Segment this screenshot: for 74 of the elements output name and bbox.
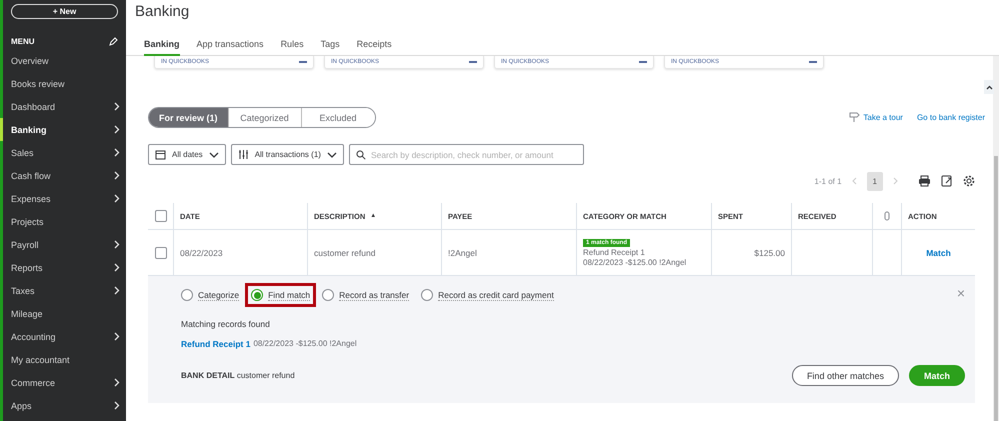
sidebar-item[interactable]: Reports xyxy=(0,256,126,279)
dash-icon xyxy=(299,61,307,63)
tab[interactable]: Receipts xyxy=(356,36,392,56)
chevron-down-icon xyxy=(208,152,219,158)
scrollbar[interactable] xyxy=(993,56,999,421)
search-field[interactable]: Search by description, check number, or amount xyxy=(348,144,584,165)
match-details: 08/22/2023 -$125.00 !2Angel xyxy=(583,258,688,266)
transactions-filter[interactable]: All transactions (1) xyxy=(230,144,344,165)
sidebar-item[interactable]: Mileage xyxy=(0,302,126,325)
segment-tab[interactable]: For review (1) xyxy=(149,108,229,127)
records-heading: Matching records found xyxy=(181,319,271,329)
record-link[interactable]: Refund Receipt 1 xyxy=(181,339,250,349)
radio-button[interactable] xyxy=(181,289,193,301)
previous-page-icon[interactable] xyxy=(852,177,857,185)
sidebar-item[interactable]: Cash flow xyxy=(0,164,126,187)
row-checkbox[interactable] xyxy=(154,246,166,258)
sidebar-item[interactable]: Overview xyxy=(0,49,126,72)
option-label[interactable]: Categorize xyxy=(198,290,240,300)
match-name: Refund Receipt 1 xyxy=(583,248,646,256)
table-cell: !2Angel xyxy=(448,248,477,258)
pencil-icon[interactable] xyxy=(109,36,118,46)
sidebar-item[interactable]: My accountant xyxy=(0,348,126,371)
table-cell: $125.00 xyxy=(754,248,785,258)
radio-button[interactable] xyxy=(421,289,434,301)
scroll-up-button[interactable] xyxy=(984,80,994,94)
sidebar-item[interactable]: Books review xyxy=(0,72,126,95)
option-label[interactable]: Find match xyxy=(268,290,310,300)
find-matches-button[interactable]: Find other matches xyxy=(792,365,899,386)
sidebar-item[interactable]: Expenses xyxy=(0,187,126,210)
sidebar-item[interactable]: Taxes xyxy=(0,279,126,302)
tab[interactable]: Rules xyxy=(280,36,304,56)
radio-button[interactable] xyxy=(251,289,264,301)
tab[interactable]: App transactions xyxy=(196,36,264,56)
take-tour-link[interactable]: Take a tour xyxy=(863,113,903,122)
chevron-up-icon xyxy=(986,84,992,90)
dash-icon xyxy=(469,61,477,63)
tab[interactable]: Tags xyxy=(320,36,340,56)
record-info: 08/22/2023 -$125.00 !2Angel xyxy=(253,339,357,349)
sliders-icon xyxy=(238,149,249,160)
signpost-icon xyxy=(848,112,860,123)
tab[interactable]: Banking xyxy=(144,36,180,56)
dash-icon xyxy=(809,61,817,63)
sidebar-item[interactable]: Sales xyxy=(0,141,126,164)
match-link[interactable]: Match xyxy=(926,248,951,258)
sidebar-item[interactable]: Payroll xyxy=(0,233,126,256)
new-button[interactable]: + New xyxy=(11,4,118,19)
search-icon xyxy=(356,150,366,160)
paperclip-icon xyxy=(884,211,890,221)
page-number[interactable]: 1 xyxy=(866,172,883,190)
option-label[interactable]: Record as credit card payment xyxy=(438,290,554,300)
sidebar-item[interactable]: Dashboard xyxy=(0,95,126,118)
sidebar-item[interactable]: Banking xyxy=(0,118,126,141)
sidebar-item[interactable]: Apps xyxy=(0,394,126,417)
sidebar-item[interactable]: Projects xyxy=(0,210,126,233)
chevron-down-icon xyxy=(326,152,337,158)
table-cell: 08/22/2023 xyxy=(180,248,223,258)
print-icon[interactable] xyxy=(918,175,931,187)
dash-icon xyxy=(639,61,647,63)
sidebar-item[interactable]: Commerce xyxy=(0,371,126,394)
sidebar-item[interactable]: Accounting xyxy=(0,325,126,348)
radio-button[interactable] xyxy=(322,289,334,301)
date-filter[interactable]: All dates xyxy=(148,144,226,165)
select-all-checkbox[interactable] xyxy=(154,210,166,222)
next-page-icon[interactable] xyxy=(893,177,898,185)
menu-label: MENU xyxy=(11,36,35,46)
settings-icon[interactable] xyxy=(963,175,975,187)
bank-register-link[interactable]: Go to bank register xyxy=(916,113,985,122)
calendar-icon xyxy=(155,149,166,160)
page-range: 1-1 of 1 xyxy=(814,176,842,186)
option-label[interactable]: Record as transfer xyxy=(339,290,410,300)
export-icon[interactable] xyxy=(941,175,953,187)
page-title: Banking xyxy=(134,2,190,22)
table-cell: customer refund xyxy=(314,248,376,258)
bank-detail: BANK DETAIL customer refund xyxy=(181,371,295,380)
